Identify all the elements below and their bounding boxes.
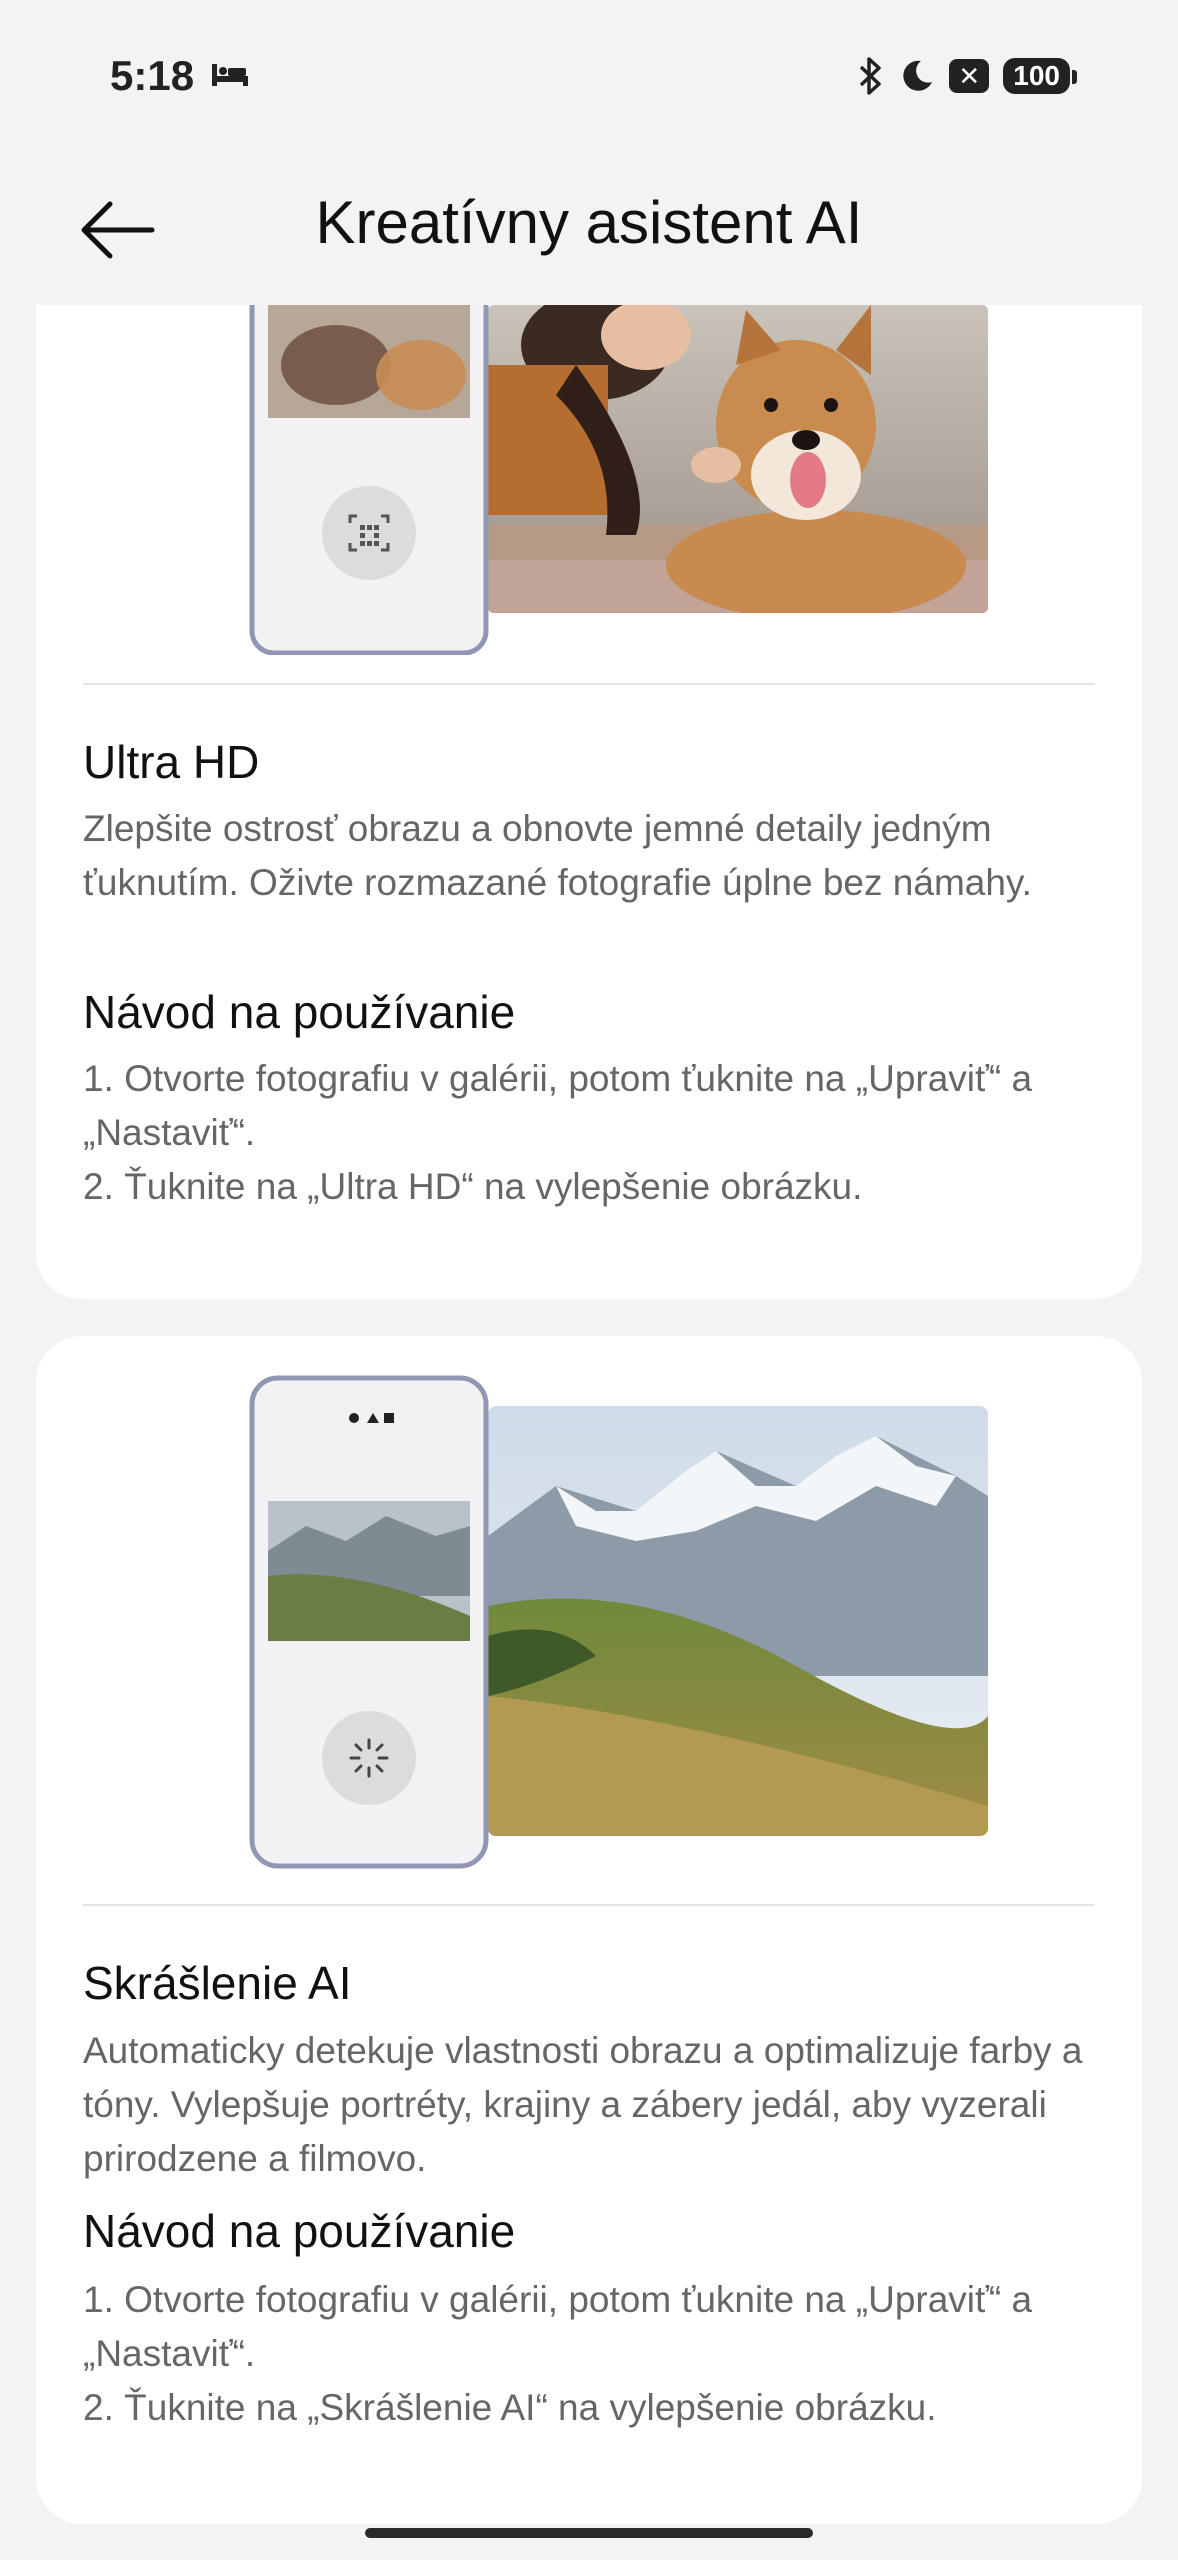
bluetooth-icon	[860, 57, 882, 95]
guide-step-1: 1. Otvorte fotografiu v galérii, potom ť…	[83, 1058, 1033, 1153]
guide-step-2: 2. Ťuknite na „Ultra HD“ na vylepšenie o…	[83, 1166, 863, 1207]
feature-title: Skrášlenie AI	[83, 1957, 352, 2009]
feature-description: Zlepšite ostrosť obrazu a obnovte jemné …	[83, 808, 1032, 903]
feature-card-ai-enhance: Skrášlenie AI Automaticky detekuje vlast…	[36, 1336, 1142, 2524]
status-time: 5:18	[110, 52, 195, 99]
battery-indicator: 100	[1003, 58, 1077, 94]
home-indicator[interactable]	[365, 2528, 813, 2538]
divider	[83, 1904, 1095, 1906]
guide-step-2: 2. Ťuknite na „Skrášlenie AI“ na vylepše…	[83, 2387, 937, 2428]
guide-title: Návod na používanie	[83, 2205, 516, 2257]
guide-step-1: 1. Otvorte fotografiu v galérii, potom ť…	[83, 2279, 1033, 2374]
guide-title: Návod na používanie	[83, 986, 516, 1038]
system-icons: ✕ 100	[855, 56, 1077, 96]
divider	[83, 683, 1095, 685]
do-not-disturb-moon-icon	[903, 60, 933, 91]
notification-muted-icon: ✕	[949, 59, 990, 93]
ultra-hd-illustration	[249, 305, 988, 655]
sleep-mode-icon	[212, 64, 248, 86]
feature-title: Ultra HD	[83, 736, 260, 788]
status-bar: 5:18 ✕ 100	[0, 0, 1178, 150]
app-header: Kreatívny asistent AI	[0, 150, 1178, 305]
page-title: Kreatívny asistent AI	[315, 189, 863, 256]
feature-card-ultra-hd: Ultra HD Zlepšite ostrosť obrazu a obnov…	[36, 305, 1142, 1299]
feature-description: Automaticky detekuje vlastnosti obrazu a…	[83, 2030, 1083, 2179]
ai-enhance-illustration	[249, 1375, 988, 1869]
